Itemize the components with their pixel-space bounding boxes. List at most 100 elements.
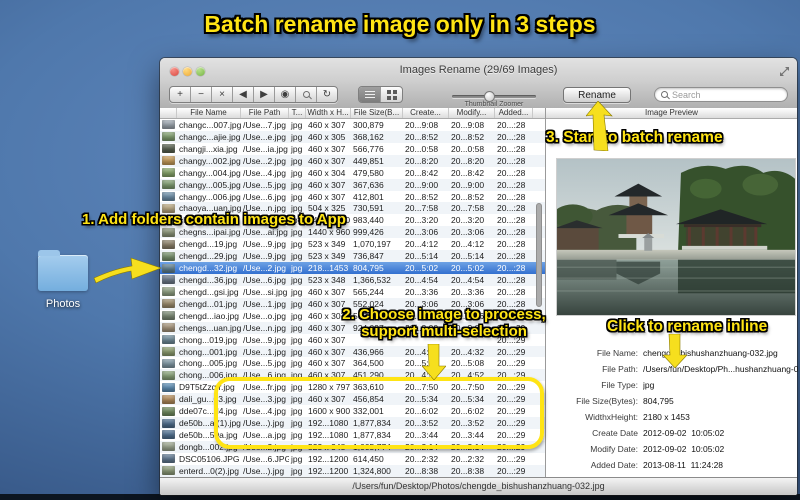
- column-header-2[interactable]: File Path: [241, 108, 289, 118]
- cell-size: 368,162: [353, 131, 384, 142]
- column-header-7[interactable]: Modify...: [449, 108, 495, 118]
- cell-added: 20...:29: [497, 465, 526, 476]
- search-field[interactable]: [654, 87, 788, 102]
- cell-path: /Use...e.jpg: [243, 131, 286, 142]
- table-row[interactable]: chong...005.jpg/Use...5.jpg jpg 460 x 307 3…: [160, 357, 545, 370]
- cell-create: 20...2:32: [405, 453, 439, 464]
- cell-added: 20...:28: [497, 131, 526, 142]
- cell-dims: 523 x 349: [308, 239, 346, 250]
- table-row[interactable]: changc...ajie.jpg/Use...e.jpg jpg 460 x 30…: [160, 130, 545, 143]
- add-button[interactable]: +: [170, 87, 191, 102]
- preview-button[interactable]: ◉: [275, 87, 296, 102]
- table-row[interactable]: chong...001.jpg/Use...1.jpg jpg 460 x 307 4…: [160, 345, 545, 358]
- row-thumbnail: [160, 322, 177, 334]
- detail-value: 2013-08-11 11:24:28: [643, 460, 724, 470]
- table-row[interactable]: changy...002.jpg/Use...2.jpg jpg 460 x 307…: [160, 154, 545, 167]
- search-button[interactable]: [296, 87, 317, 102]
- table-row[interactable]: DSC05106.JPG/Use...6.JPG jpg 192...1200 614…: [160, 452, 545, 465]
- delete-button[interactable]: ×: [212, 87, 233, 102]
- cell-type: jpg: [291, 131, 303, 142]
- next-button[interactable]: ▶: [254, 87, 275, 102]
- cell-size: 736,847: [353, 251, 384, 262]
- cell-type: jpg: [291, 453, 303, 464]
- cell-dims: 460 x 307: [308, 120, 346, 130]
- cell-modify: 20...4:12: [451, 239, 485, 250]
- column-header-3[interactable]: T...: [289, 108, 306, 118]
- table-row[interactable]: chegns...ipai.jpg/Use...ai.jpg jpg 1440 x …: [160, 226, 545, 239]
- cell-create: 20...9:08: [405, 120, 439, 130]
- column-header-1[interactable]: File Name: [177, 108, 241, 118]
- cell-added: 20...:28: [497, 286, 526, 297]
- detail-row: Create Date 2012-09-02 10:05:02: [546, 425, 798, 441]
- annotation-headline: Batch rename image only in 3 steps: [204, 11, 596, 37]
- cell-modify: 20...8:20: [451, 155, 485, 166]
- table-row[interactable]: changc...007.jpg/Use...7.jpg jpg 460 x 307…: [160, 119, 545, 131]
- table-row[interactable]: chengd...36.jpg/Use...6.jpg jpg 523 x 348 1…: [160, 273, 545, 286]
- cell-type: jpg: [291, 227, 303, 238]
- row-thumbnail: [160, 298, 177, 310]
- column-header-4[interactable]: Width x H...: [306, 108, 351, 118]
- remove-button[interactable]: −: [191, 87, 212, 102]
- previous-button[interactable]: ◀: [233, 87, 254, 102]
- cell-dims: 460 x 307: [308, 286, 346, 297]
- cell-modify: 20...8:42: [451, 167, 485, 178]
- table-row[interactable]: changji...xia.jpg/Use...ia.jpg jpg 460 x 3…: [160, 142, 545, 155]
- cell-name: chegns...ipai.jpg: [179, 227, 241, 238]
- table-row[interactable]: chengd...29.jpg/Use...9.jpg jpg 523 x 349 7…: [160, 250, 545, 263]
- cell-added: 20...:28: [497, 143, 526, 154]
- cell-modify: 20...8:52: [451, 191, 485, 202]
- table-row[interactable]: changy...004.jpg/Use...4.jpg jpg 460 x 304…: [160, 166, 545, 179]
- fullscreen-icon[interactable]: [779, 66, 790, 77]
- thumbnail-zoomer-slider[interactable]: [452, 91, 536, 102]
- detail-value: 2012-09-02 10:05:02: [643, 428, 725, 438]
- row-thumbnail: [160, 346, 177, 358]
- cell-path: /Use...9.jpg: [243, 239, 286, 250]
- magnifier-icon: [302, 91, 310, 98]
- toolbar-button-group: + − × ◀ ▶ ◉ ↻: [169, 86, 338, 103]
- cell-create: 20...4:12: [405, 239, 439, 250]
- column-header-8[interactable]: Added...: [495, 108, 533, 118]
- table-row[interactable]: enterd...0(2).jpg/Use...).jpg jpg 192...12…: [160, 464, 545, 477]
- refresh-button[interactable]: ↻: [317, 87, 337, 102]
- cell-type: jpg: [291, 358, 303, 369]
- cell-dims: 460 x 307: [308, 191, 346, 202]
- detail-value: 2012-09-02 10:05:02: [643, 444, 725, 454]
- table-row[interactable]: chengd...32.jpg/Use...2.jpg jpg 218...1453…: [160, 262, 545, 274]
- photos-folder-icon[interactable]: [38, 250, 88, 291]
- cell-added: 20...:28: [497, 239, 526, 250]
- cell-modify: 20...0:58: [451, 143, 485, 154]
- column-header-0[interactable]: [160, 108, 177, 118]
- arrow-down-icon: [663, 334, 687, 368]
- table-row[interactable]: chengd...gsi.jpg/Use...si.jpg jpg 460 x 30…: [160, 285, 545, 298]
- cell-path: /Use...6.jpg: [243, 274, 286, 285]
- cell-type: jpg: [291, 346, 303, 357]
- detail-label: Create Date: [592, 428, 638, 438]
- table-row[interactable]: changy...006.jpg/Use...6.jpg jpg 460 x 307…: [160, 190, 545, 203]
- column-header-5[interactable]: File Size(B...: [351, 108, 403, 118]
- cell-name: enterd...0(2).jpg: [179, 465, 240, 476]
- title-bar[interactable]: Images Rename (29/69 Images): [160, 58, 797, 84]
- detail-value: 2180 x 1453: [643, 412, 690, 422]
- search-input[interactable]: [672, 89, 772, 100]
- annotation-step3: 3. Start to batch rename: [546, 129, 723, 146]
- cell-type: jpg: [291, 298, 303, 309]
- cell-added: 20...:29: [497, 358, 526, 369]
- row-thumbnail: [160, 167, 177, 179]
- detail-label: Modify Date:: [590, 444, 638, 454]
- column-header-6[interactable]: Create...: [403, 108, 449, 118]
- list-view-button[interactable]: [359, 87, 381, 102]
- cell-dims: 460 x 307: [308, 358, 346, 369]
- table-row[interactable]: changy...005.jpg/Use...5.jpg jpg 460 x 307…: [160, 178, 545, 191]
- cell-dims: 523 x 349: [308, 251, 346, 262]
- grid-view-button[interactable]: [381, 87, 402, 102]
- table-scrollbar[interactable]: [536, 203, 542, 307]
- row-thumbnail: [160, 131, 177, 143]
- table-row[interactable]: chengd...19.jpg/Use...9.jpg jpg 523 x 349 1…: [160, 238, 545, 251]
- row-thumbnail: [160, 286, 177, 298]
- cell-path: /Use...o.jpg: [243, 310, 286, 321]
- cell-modify: 20...5:02: [451, 263, 485, 274]
- cell-dims: 192...1200: [308, 453, 349, 464]
- cell-path: /Use...2.jpg: [243, 263, 286, 274]
- cell-size: 730,591: [353, 203, 384, 214]
- cell-added: 20...:28: [497, 274, 526, 285]
